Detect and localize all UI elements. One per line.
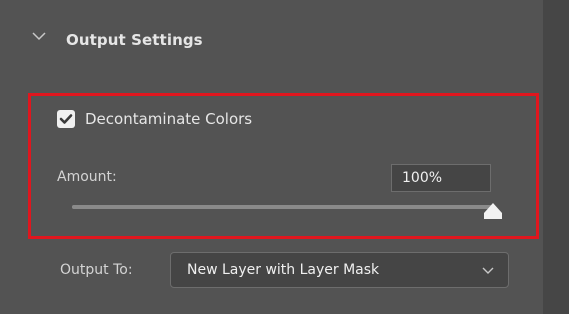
amount-slider-track[interactable] — [72, 205, 494, 209]
amount-slider-fill — [72, 205, 494, 209]
chevron-down-icon — [482, 267, 494, 274]
decontaminate-label[interactable]: Decontaminate Colors — [85, 110, 252, 128]
output-to-select[interactable]: New Layer with Layer Mask — [170, 252, 509, 288]
scrollbar-strip[interactable] — [543, 0, 569, 314]
output-settings-header[interactable]: Output Settings — [0, 0, 543, 84]
amount-label: Amount: — [57, 169, 117, 185]
output-to-label: Output To: — [60, 262, 133, 278]
section-title: Output Settings — [66, 31, 203, 49]
amount-slider-handle[interactable] — [482, 202, 504, 220]
output-settings-panel: Output Settings Decontaminate Colors Amo… — [0, 0, 543, 314]
output-to-value: New Layer with Layer Mask — [187, 262, 380, 278]
checkmark-icon — [59, 114, 73, 124]
chevron-down-icon[interactable] — [32, 30, 46, 42]
decontaminate-checkbox[interactable] — [57, 110, 75, 128]
amount-input[interactable]: 100% — [391, 164, 491, 192]
